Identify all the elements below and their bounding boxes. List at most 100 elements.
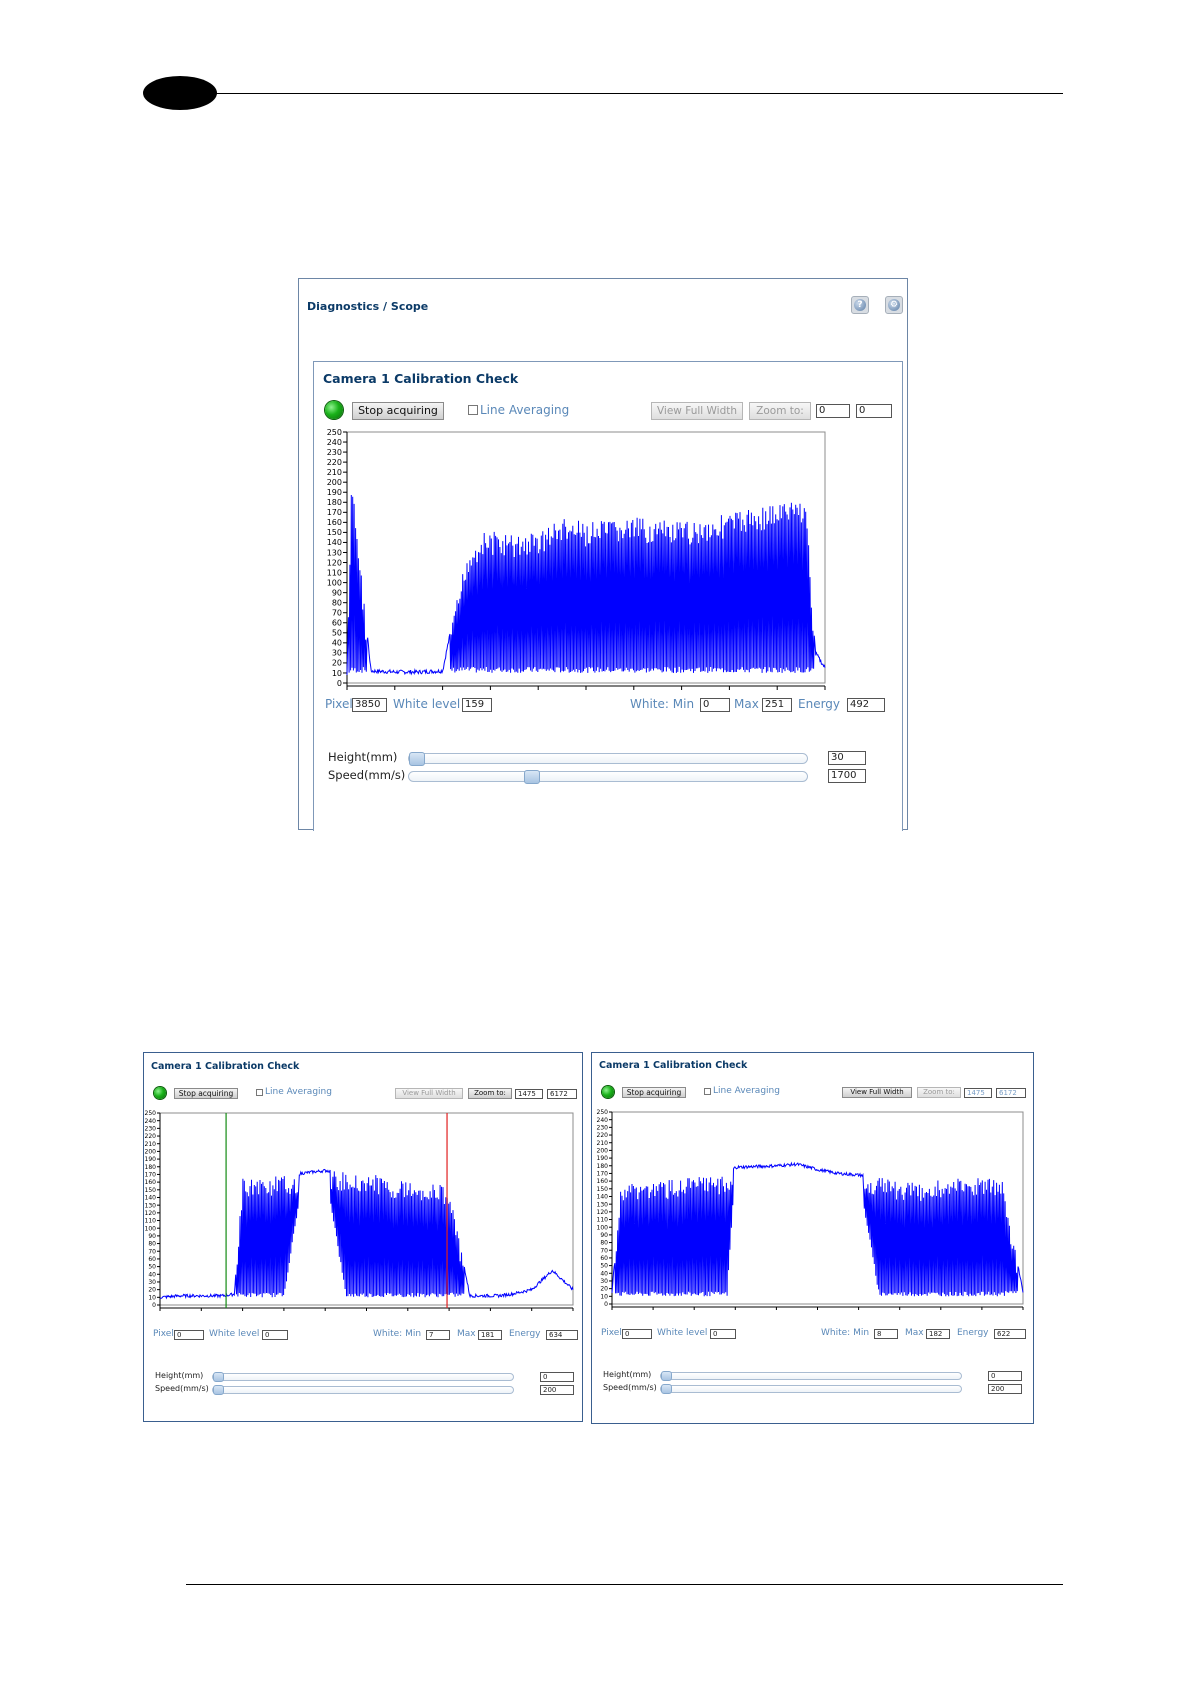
y-tick-label: 0 [604,1301,608,1308]
height-slider[interactable] [408,752,808,766]
white-level-label: White level [657,1328,708,1338]
zoom-to-field[interactable]: 0 [856,404,892,418]
line-averaging-label: Line Averaging [480,403,570,417]
status-led-icon [325,401,343,419]
y-tick-label: 190 [597,1155,609,1162]
y-tick-label: 70 [600,1247,608,1254]
white-level-field[interactable]: 159 [462,698,492,712]
view-full-width-button[interactable]: View Full Width [842,1087,912,1098]
height-slider-thumb[interactable] [409,752,425,766]
white-min-field[interactable]: 8 [874,1329,898,1339]
speed-slider[interactable] [408,770,808,784]
y-tick-label: 170 [327,508,342,517]
speed-field[interactable]: 1700 [828,769,866,783]
y-tick-label: 20 [332,659,342,668]
stop-acquiring-button[interactable]: Stop acquiring [174,1088,238,1099]
max-field[interactable]: 181 [478,1330,502,1340]
y-tick-label: 40 [148,1271,156,1278]
line-averaging-checkbox[interactable] [468,405,478,415]
y-tick-label: 250 [597,1109,609,1116]
y-tick-label: 200 [327,478,342,487]
speed-field[interactable]: 200 [988,1384,1022,1394]
energy-label: Energy [957,1328,989,1338]
speed-label: Speed(mm/s) [155,1384,209,1393]
footer-rule [186,1584,1063,1585]
max-label: Max [457,1329,476,1339]
white-min-field[interactable]: 7 [426,1330,450,1340]
speed-field[interactable]: 200 [540,1385,574,1395]
height-field[interactable]: 0 [540,1372,574,1382]
help-icon[interactable]: ? [851,296,869,314]
max-field[interactable]: 251 [762,698,792,712]
height-label: Height(mm) [603,1370,652,1379]
line-averaging-checkbox[interactable] [704,1088,711,1095]
y-tick-label: 50 [600,1263,608,1270]
energy-field[interactable]: 634 [546,1330,578,1340]
height-field[interactable]: 0 [988,1371,1022,1381]
zoom-to-field[interactable]: 6172 [547,1089,577,1099]
speed-slider[interactable] [660,1384,962,1394]
y-tick-label: 130 [145,1202,157,1209]
height-slider[interactable] [660,1371,962,1381]
y-tick-label: 180 [597,1163,609,1170]
speed-label: Speed(mm/s) [603,1383,657,1392]
zoom-to-button[interactable]: Zoom to: [917,1087,961,1098]
y-tick-label: 80 [148,1241,156,1248]
y-tick-label: 80 [600,1240,608,1247]
zoom-from-field[interactable]: 0 [816,404,850,418]
y-tick-label: 160 [597,1178,609,1185]
zoom-from-field[interactable]: 1475 [964,1088,992,1098]
view-full-width-button[interactable]: View Full Width [651,402,743,420]
y-tick-label: 130 [597,1201,609,1208]
y-tick-label: 10 [332,669,342,678]
white-level-field[interactable]: 0 [262,1330,288,1340]
max-field[interactable]: 182 [926,1329,950,1339]
height-slider[interactable] [212,1372,514,1382]
height-label: Height(mm) [155,1371,204,1380]
zoom-to-button[interactable]: Zoom to: [468,1088,512,1099]
speed-slider-thumb[interactable] [661,1384,672,1394]
pixel-label: Pixel [325,697,353,711]
y-tick-label: 160 [327,518,342,527]
y-tick-label: 210 [145,1141,157,1148]
y-tick-label: 190 [145,1156,157,1163]
zoom-from-field[interactable]: 1475 [515,1089,543,1099]
y-tick-label: 20 [600,1286,608,1293]
white-level-field[interactable]: 0 [710,1329,736,1339]
line-averaging-checkbox[interactable] [256,1089,263,1096]
zoom-to-field[interactable]: 6172 [996,1088,1026,1098]
stop-acquiring-button[interactable]: Stop acquiring [622,1087,686,1098]
zoom-to-button[interactable]: Zoom to: [749,402,811,420]
y-tick-label: 70 [148,1248,156,1255]
pixel-field[interactable]: 0 [622,1329,652,1339]
speed-slider[interactable] [212,1385,514,1395]
speed-slider-thumb[interactable] [524,770,540,784]
stop-acquiring-button[interactable]: Stop acquiring [352,402,444,420]
y-tick-label: 140 [597,1194,609,1201]
y-tick-label: 80 [332,598,342,607]
view-full-width-button[interactable]: View Full Width [395,1088,463,1099]
y-tick-label: 200 [597,1148,609,1155]
settings-icon[interactable]: ⚙ [885,296,903,314]
line-averaging-label: Line Averaging [265,1087,332,1097]
y-tick-label: 230 [327,448,342,457]
height-slider-thumb[interactable] [213,1372,224,1382]
y-tick-label: 170 [145,1172,157,1179]
y-tick-label: 120 [597,1209,609,1216]
speed-slider-thumb[interactable] [213,1385,224,1395]
panel-title: Camera 1 Calibration Check [151,1061,300,1072]
height-label: Height(mm) [328,750,398,764]
y-tick-label: 60 [600,1255,608,1262]
y-tick-label: 60 [332,619,342,628]
height-field[interactable]: 30 [828,751,866,765]
energy-field[interactable]: 492 [847,698,885,712]
height-slider-thumb[interactable] [661,1371,672,1381]
white-level-label: White level [393,697,461,711]
pixel-field[interactable]: 3850 [352,698,387,712]
y-tick-label: 90 [332,588,342,597]
y-tick-label: 120 [145,1210,157,1217]
y-tick-label: 70 [332,609,342,618]
energy-field[interactable]: 622 [994,1329,1026,1339]
pixel-field[interactable]: 0 [174,1330,204,1340]
white-min-field[interactable]: 0 [700,698,730,712]
